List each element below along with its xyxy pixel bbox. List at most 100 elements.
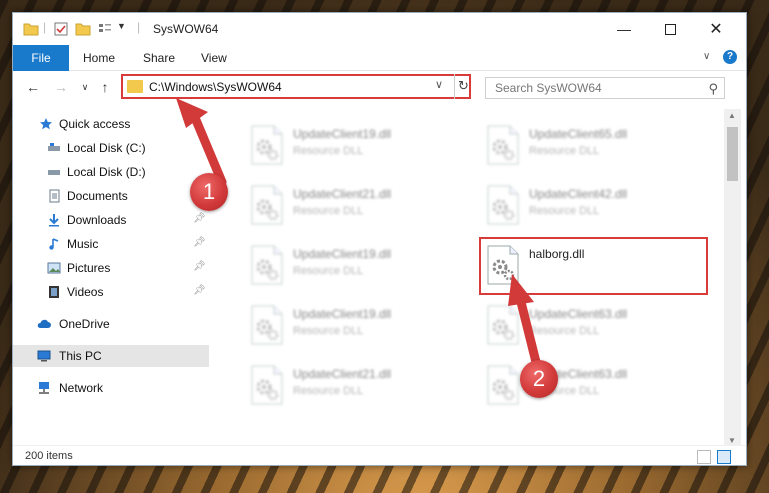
file-item[interactable]: UpdateClient65.dll Resource DLL <box>485 123 695 173</box>
properties-checklist-icon[interactable] <box>53 21 69 37</box>
search-icon: ⚲ <box>708 81 718 96</box>
nav-item-local-disk-c[interactable]: Local Disk (C:) <box>13 137 209 159</box>
file-item[interactable]: UpdateClient21.dll Resource DLL <box>249 183 459 233</box>
nav-item-label: Local Disk (C:) <box>67 141 146 155</box>
back-button[interactable]: ← <box>23 77 43 97</box>
title-separator: | <box>137 20 141 34</box>
file-list: UpdateClient19.dll Resource DLL UpdateClie… <box>225 109 721 439</box>
maximize-icon <box>664 23 676 35</box>
cloud-icon <box>37 319 51 328</box>
close-button[interactable]: ✕ <box>693 13 739 45</box>
pin-icon[interactable]: 📌︎ <box>193 213 206 224</box>
nav-item-quick-access[interactable]: Quick access <box>13 113 209 135</box>
title-separator: | <box>43 20 47 34</box>
file-item-highlighted[interactable]: halborg.dll <box>479 237 708 295</box>
dll-file-gear-icon <box>251 305 283 345</box>
file-type: Resource DLL <box>293 145 364 157</box>
refresh-icon: ↻ <box>458 78 469 93</box>
nav-item-this-pc[interactable]: This PC <box>13 345 209 367</box>
vertical-scrollbar[interactable]: ▲ ▼ <box>724 109 741 447</box>
quick-access-dropdown-icon[interactable]: ▼ <box>117 21 126 31</box>
scroll-down-icon[interactable]: ▼ <box>728 436 736 445</box>
folder-icon <box>127 80 143 93</box>
drive-icon <box>48 143 60 151</box>
minimize-icon: — <box>617 21 631 37</box>
ribbon-tabs: File Home Share View ∨ ? <box>13 45 746 71</box>
new-folder-icon[interactable] <box>75 21 91 37</box>
pin-icon[interactable]: 📌︎ <box>193 285 206 296</box>
search-input[interactable]: Search SysWOW64 <box>495 81 602 95</box>
documents-icon <box>49 189 60 203</box>
nav-item-downloads[interactable]: Downloads 📌︎ <box>13 209 209 231</box>
folder-icon <box>23 23 39 36</box>
scrollbar-thumb[interactable] <box>727 127 738 181</box>
tab-view[interactable]: View <box>189 45 239 71</box>
file-name: halborg.dll <box>529 247 585 261</box>
file-item[interactable]: UpdateClient19.dll Resource DLL <box>249 243 459 293</box>
file-name: UpdateClient19.dll <box>293 247 392 261</box>
recent-locations-button[interactable]: ∨ <box>75 77 95 97</box>
file-name: UpdateClient65.dll <box>529 127 628 141</box>
search-box[interactable]: Search SysWOW64 ⚲ <box>485 77 725 99</box>
file-item[interactable]: UpdateClient63.dll Resource DLL <box>485 363 695 413</box>
scroll-up-icon[interactable]: ▲ <box>728 111 736 120</box>
expand-ribbon-icon[interactable]: ∨ <box>703 51 710 62</box>
maximize-button[interactable] <box>647 13 693 45</box>
tab-file[interactable]: File <box>13 45 69 71</box>
help-icon[interactable]: ? <box>723 50 737 64</box>
tab-home[interactable]: Home <box>71 45 127 71</box>
file-item[interactable]: UpdateClient42.dll Resource DLL <box>485 183 695 233</box>
file-type: Resource DLL <box>529 145 600 157</box>
dll-file-gear-icon <box>251 365 283 405</box>
file-type: Resource DLL <box>293 385 364 397</box>
dll-file-gear-icon <box>251 125 283 165</box>
pin-icon[interactable]: 📌︎ <box>193 261 206 272</box>
computer-icon <box>37 350 51 362</box>
pin-icon[interactable]: 📌︎ <box>193 237 206 248</box>
file-name: UpdateClient63.dll <box>529 307 628 321</box>
file-type: Resource DLL <box>293 325 364 337</box>
dll-file-gear-icon <box>487 125 519 165</box>
nav-item-label: Videos <box>67 285 104 299</box>
refresh-button[interactable]: ↻ <box>454 74 472 99</box>
forward-arrow-icon: → <box>54 79 68 95</box>
forward-button[interactable]: → <box>51 77 71 97</box>
file-name: UpdateClient19.dll <box>293 127 392 141</box>
callout-badge-1: 1 <box>190 173 228 211</box>
address-bar[interactable]: C:\Windows\SysWOW64 ∨ ↻ <box>121 74 471 99</box>
file-item[interactable]: UpdateClient63.dll Resource DLL <box>485 303 695 353</box>
file-explorer-window: | ▼ | SysWOW64 — ✕ File Home Share View … <box>12 12 747 466</box>
nav-item-pictures[interactable]: Pictures 📌︎ <box>13 257 209 279</box>
drive-icon <box>48 170 60 175</box>
nav-item-local-disk-d[interactable]: Local Disk (D:) <box>13 161 209 183</box>
details-view-icon[interactable] <box>697 450 711 464</box>
download-arrow-icon <box>49 214 59 227</box>
window-title: SysWOW64 <box>153 22 219 36</box>
file-type: Resource DLL <box>529 325 600 337</box>
minimize-button[interactable]: — <box>601 13 647 45</box>
nav-item-music[interactable]: Music 📌︎ <box>13 233 209 255</box>
nav-item-network[interactable]: Network <box>13 377 209 399</box>
large-icons-view-icon[interactable] <box>717 450 731 464</box>
music-note-icon <box>49 238 59 250</box>
file-item[interactable]: UpdateClient21.dll Resource DLL <box>249 363 459 413</box>
up-button[interactable]: ↑ <box>95 77 115 97</box>
nav-item-label: Quick access <box>59 117 131 131</box>
dll-file-gear-icon <box>487 245 519 285</box>
nav-item-videos[interactable]: Videos 📌︎ <box>13 281 209 303</box>
nav-item-label: Downloads <box>67 213 127 227</box>
nav-item-onedrive[interactable]: OneDrive <box>13 313 209 335</box>
tab-share[interactable]: Share <box>131 45 187 71</box>
file-type: Resource DLL <box>529 205 600 217</box>
nav-item-label: Local Disk (D:) <box>67 165 146 179</box>
file-name: UpdateClient19.dll <box>293 307 392 321</box>
chevron-down-icon[interactable]: ∨ <box>435 78 443 91</box>
star-icon <box>40 118 52 130</box>
file-item[interactable]: UpdateClient19.dll Resource DLL <box>249 303 459 353</box>
customize-toolbar-icon[interactable] <box>97 21 113 37</box>
close-icon: ✕ <box>709 21 723 38</box>
nav-item-documents[interactable]: Documents <box>13 185 209 207</box>
file-item[interactable]: UpdateClient19.dll Resource DLL <box>249 123 459 173</box>
dll-file-gear-icon <box>251 245 283 285</box>
nav-item-label: Documents <box>67 189 128 203</box>
